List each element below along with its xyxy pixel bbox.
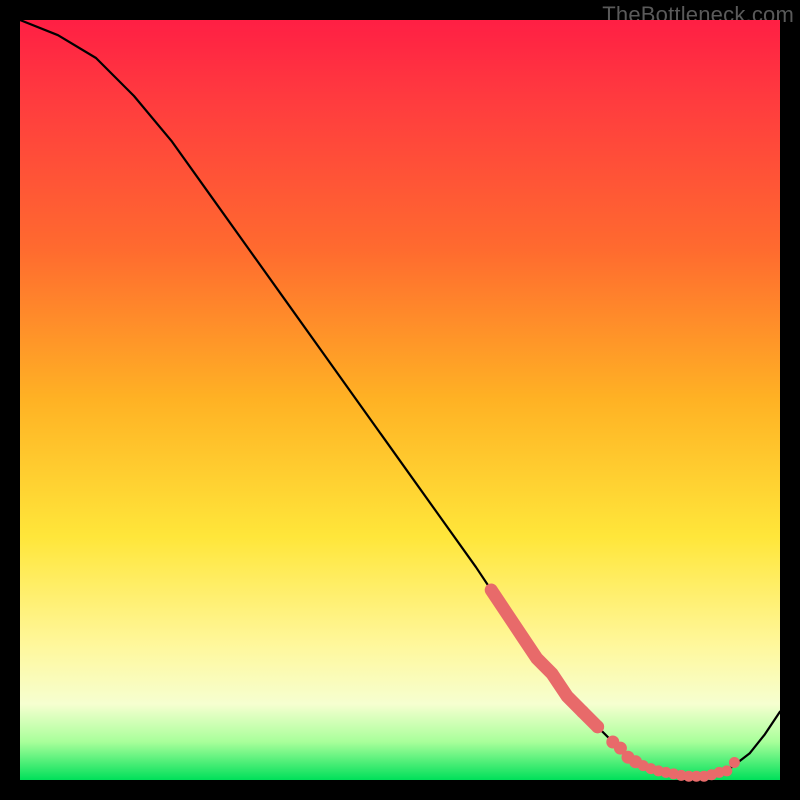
plot-area [20, 20, 780, 780]
marker-group [491, 590, 740, 782]
curve-line [20, 20, 780, 776]
marker-dot [576, 705, 589, 718]
chart-stage: TheBottleneck.com [0, 0, 800, 800]
marker-dot [591, 720, 604, 733]
curve-svg [20, 20, 780, 780]
marker-dot [721, 765, 732, 776]
marker-dot [729, 757, 740, 768]
